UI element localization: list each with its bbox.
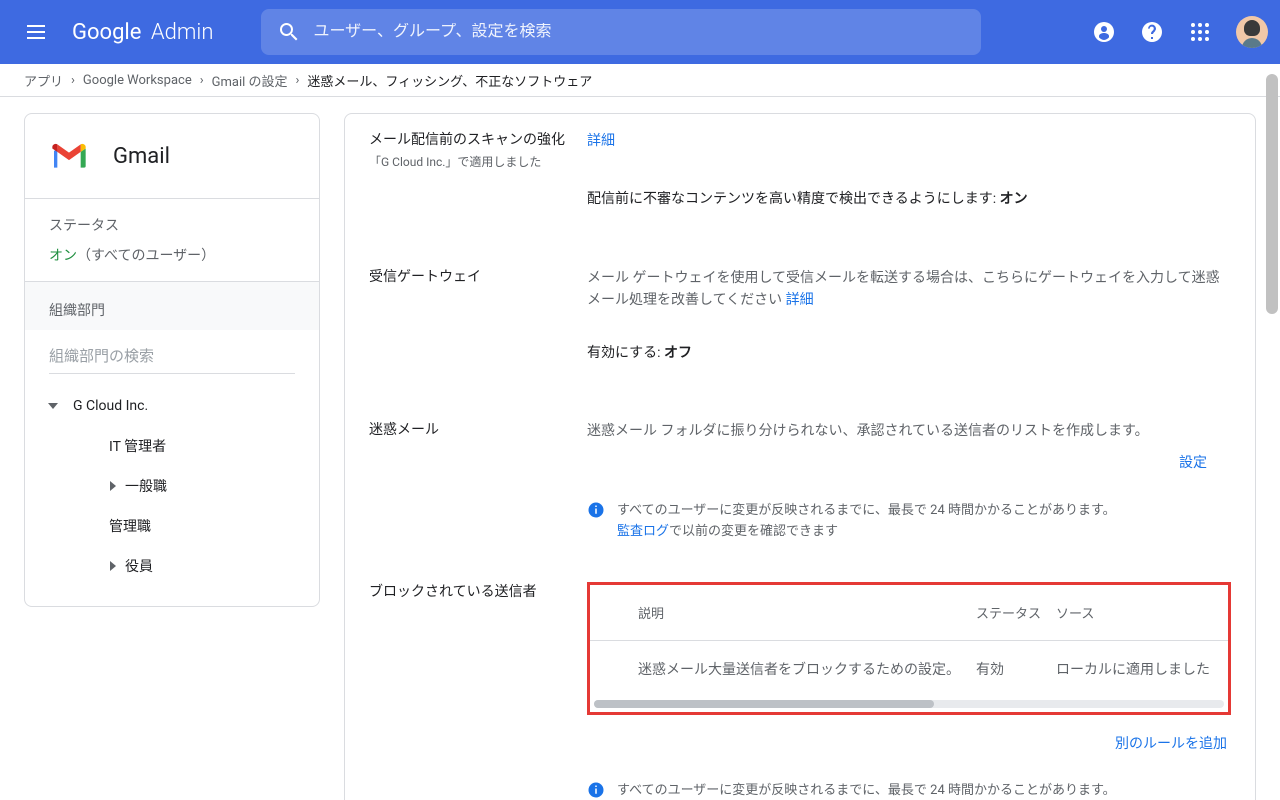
user-avatar[interactable]: [1236, 16, 1268, 48]
expand-toggle[interactable]: [41, 394, 65, 418]
status-value: オン: [49, 248, 77, 264]
logo-admin: Admin: [151, 20, 214, 45]
breadcrumb-item[interactable]: アプリ: [24, 71, 63, 90]
table-row[interactable]: 迷惑メール大量送信者をブロックするための設定。 有効 ローカルに適用しました: [590, 641, 1228, 699]
status-users: （すべてのユーザー）: [77, 248, 215, 264]
detail-link[interactable]: 詳細: [786, 292, 814, 308]
breadcrumb-item[interactable]: Gmail の設定: [212, 71, 288, 90]
hamburger-icon: [27, 31, 45, 33]
info-icon: [587, 781, 605, 799]
setting-applied: 「G Cloud Inc.」で適用しました: [369, 153, 587, 170]
tree-item[interactable]: 役員: [25, 546, 319, 586]
blocked-senders-table: 説明 ステータス ソース 迷惑メール大量送信者をブロックするための設定。 有効 …: [590, 585, 1228, 707]
status-label: ステータス: [49, 215, 295, 235]
chevron-right-icon: ›: [296, 73, 300, 88]
help-icon: [1140, 20, 1164, 44]
apps-button[interactable]: [1180, 12, 1220, 52]
sidebar-card: Gmail ステータス オン（すべてのユーザー） 組織部門 G Cloud In…: [24, 113, 320, 607]
audit-log-link[interactable]: 監査ログ: [617, 524, 669, 539]
tree-label: 一般職: [125, 476, 167, 496]
setting-row-spam[interactable]: 迷惑メール 迷惑メール フォルダに振り分けられない、承認されている送信者のリスト…: [345, 392, 1255, 554]
table-cell-source: ローカルに適用しました: [1056, 659, 1228, 681]
table-cell-status: 有効: [976, 659, 1056, 681]
scrollbar-thumb[interactable]: [594, 700, 934, 708]
clock-account-icon: [1092, 20, 1116, 44]
tree-label: 役員: [125, 556, 153, 576]
tree-label: IT 管理者: [109, 436, 166, 456]
setting-value: オフ: [664, 345, 692, 361]
setting-title: メール配信前のスキャンの強化: [369, 130, 587, 151]
info-text: すべてのユーザーに変更が反映されるまでに、最長で 24 時間かかることがあります…: [617, 503, 1116, 518]
setting-row-scan[interactable]: メール配信前のスキャンの強化 「G Cloud Inc.」で適用しました 詳細 …: [345, 120, 1255, 239]
triangle-right-icon: [108, 561, 118, 571]
blocked-senders-table-highlight: 説明 ステータス ソース 迷惑メール大量送信者をブロックするための設定。 有効 …: [587, 582, 1231, 714]
tree-item-root[interactable]: G Cloud Inc.: [25, 386, 319, 426]
gmail-icon: [49, 136, 89, 176]
org-section-label: 組織部門: [25, 281, 319, 330]
table-header-status: ステータス: [976, 605, 1056, 626]
expand-toggle[interactable]: [101, 554, 125, 578]
setting-desc: 配信前に不審なコンテンツを高い精度で検出できるようにします:: [587, 191, 1000, 207]
tree-item[interactable]: 管理職: [25, 506, 319, 546]
table-cell-desc: 迷惑メール大量送信者をブロックするための設定。: [638, 659, 976, 681]
sidebar-title: Gmail: [113, 144, 170, 169]
breadcrumb-current: 迷惑メール、フィッシング、不正なソフトウェア: [307, 71, 592, 90]
account-updates-button[interactable]: [1084, 12, 1124, 52]
triangle-right-icon: [108, 481, 118, 491]
scrollbar-thumb[interactable]: [1266, 74, 1278, 314]
search-container[interactable]: [261, 9, 981, 55]
setting-desc: メール ゲートウェイを使用して受信メールを転送する場合は、こちらにゲートウェイを…: [587, 270, 1220, 308]
apps-grid-icon: [1188, 20, 1212, 44]
detail-link[interactable]: 詳細: [587, 133, 615, 149]
org-search-input[interactable]: [49, 340, 295, 374]
setting-status-label: 有効にする:: [587, 345, 664, 361]
tree-label: 管理職: [109, 516, 151, 536]
tree-item[interactable]: 一般職: [25, 466, 319, 506]
logo[interactable]: Google Admin: [68, 20, 213, 45]
tree-label: G Cloud Inc.: [65, 398, 148, 414]
breadcrumb: アプリ › Google Workspace › Gmail の設定 › 迷惑メ…: [0, 64, 1280, 97]
info-icon: [587, 501, 605, 519]
chevron-right-icon: ›: [71, 73, 75, 88]
logo-google: Google: [72, 20, 141, 45]
horizontal-scrollbar[interactable]: [594, 700, 1224, 708]
breadcrumb-item[interactable]: Google Workspace: [83, 73, 192, 88]
help-button[interactable]: [1132, 12, 1172, 52]
setting-row-blocked: ブロックされている送信者 説明 ステータス ソース 迷惑メール大量送信者をブロッ…: [345, 554, 1255, 800]
search-icon: [277, 20, 301, 44]
setting-title: 受信ゲートウェイ: [369, 267, 587, 288]
setting-desc: 迷惑メール フォルダに振り分けられない、承認されている送信者のリストを作成します…: [587, 423, 1149, 439]
search-input[interactable]: [313, 23, 965, 41]
expand-toggle[interactable]: [101, 474, 125, 498]
tree-item[interactable]: IT 管理者: [25, 426, 319, 466]
menu-button[interactable]: [12, 8, 60, 56]
setting-title: ブロックされている送信者: [369, 582, 587, 603]
config-link[interactable]: 設定: [1179, 455, 1207, 471]
setting-value: オン: [1000, 191, 1028, 207]
info-text: すべてのユーザーに変更が反映されるまでに、最長で 24 時間かかることがあります…: [617, 783, 1116, 798]
table-header-desc: 説明: [638, 605, 976, 626]
setting-row-gateway[interactable]: 受信ゲートウェイ メール ゲートウェイを使用して受信メールを転送する場合は、こち…: [345, 239, 1255, 392]
add-rule-link[interactable]: 別のルールを追加: [1115, 736, 1227, 752]
table-header-source: ソース: [1056, 605, 1228, 626]
main-card: メール配信前のスキャンの強化 「G Cloud Inc.」で適用しました 詳細 …: [344, 113, 1256, 800]
triangle-down-icon: [48, 401, 58, 411]
chevron-right-icon: ›: [200, 73, 204, 88]
vertical-scrollbar[interactable]: [1264, 64, 1280, 324]
setting-title: 迷惑メール: [369, 420, 587, 441]
info-suffix: で以前の変更を確認できます: [669, 524, 838, 539]
org-tree: G Cloud Inc. IT 管理者 一般職 管理職: [25, 378, 319, 606]
